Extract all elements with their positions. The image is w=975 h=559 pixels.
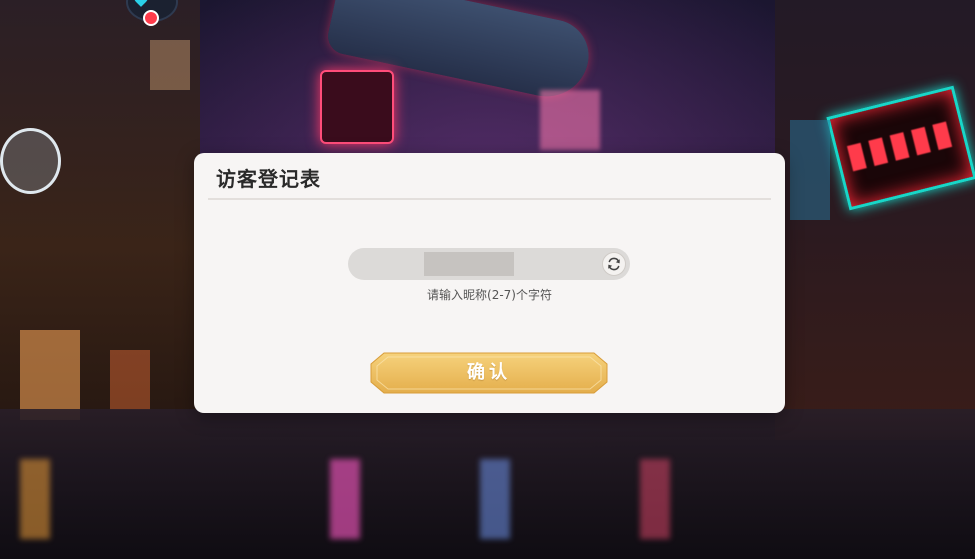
visitor-registration-dialog: 访客登记表 请输入昵称(2-7)个字符 确认 — [194, 153, 785, 413]
refresh-icon — [608, 257, 620, 271]
background-street — [0, 409, 975, 559]
background-building-left — [0, 0, 200, 450]
dialog-divider — [208, 198, 771, 200]
background-glow — [540, 90, 600, 150]
notification-dot — [143, 10, 159, 26]
background-neon-panel — [320, 70, 394, 144]
background-sign — [790, 120, 830, 220]
background-neon-sign — [0, 128, 61, 194]
dialog-title: 访客登记表 — [216, 167, 321, 191]
confirm-button-label: 确认 — [467, 362, 511, 383]
background-building-right — [775, 0, 975, 440]
refresh-nickname-button[interactable] — [602, 252, 626, 276]
nickname-field[interactable] — [348, 248, 630, 280]
nickname-value[interactable] — [424, 252, 514, 276]
game-scene: 访客登记表 请输入昵称(2-7)个字符 确认 — [0, 0, 975, 559]
nickname-hint: 请输入昵称(2-7)个字符 — [427, 288, 552, 302]
confirm-button[interactable]: 确认 — [370, 352, 608, 394]
